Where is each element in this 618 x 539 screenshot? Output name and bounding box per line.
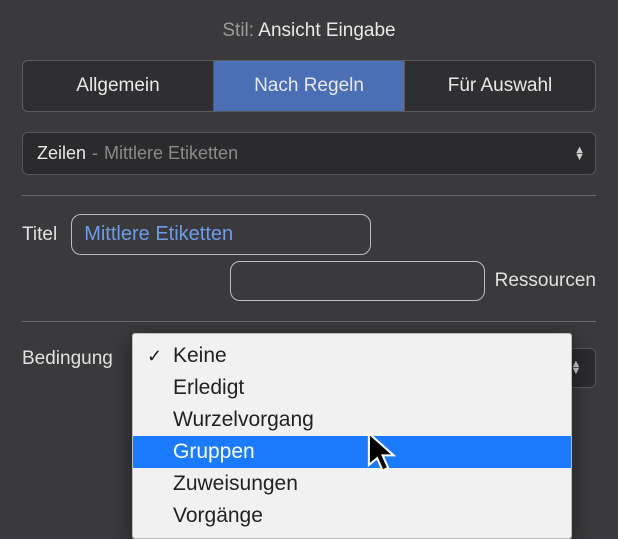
dropdown-item-none[interactable]: ✓ Keine	[133, 340, 571, 372]
condition-dropdown: ✓ Keine Erledigt Wurzelvorgang Gruppen Z…	[132, 333, 572, 539]
chevron-up-down-icon: ▲▼	[571, 361, 582, 375]
divider	[22, 321, 596, 322]
tab-general[interactable]: Allgemein	[23, 61, 214, 111]
dropdown-item-assignments[interactable]: Zuweisungen	[133, 468, 571, 500]
dropdown-item-groups[interactable]: Gruppen	[133, 436, 571, 468]
style-header: Stil: Ansicht Eingabe	[0, 0, 618, 60]
dropdown-item-done[interactable]: Erledigt	[133, 372, 571, 404]
tab-for-selection[interactable]: Für Auswahl	[405, 61, 595, 111]
rows-selector-primary: Zeilen	[37, 143, 86, 164]
title-input[interactable]	[71, 214, 371, 255]
dropdown-item-tasks[interactable]: Vorgänge	[133, 500, 571, 532]
rows-selector-secondary: Mittlere Etiketten	[104, 143, 238, 164]
resource-label: Ressourcen	[495, 270, 596, 292]
dropdown-item-root-task[interactable]: Wurzelvorgang	[133, 404, 571, 436]
divider	[22, 195, 596, 196]
resource-input[interactable]	[230, 261, 485, 301]
title-label: Titel	[22, 224, 57, 246]
condition-label: Bedingung	[22, 348, 113, 370]
rows-selector-stepper-icon[interactable]: ▲▼	[574, 147, 585, 161]
style-header-label: Stil:	[222, 20, 254, 41]
tab-bar: Allgemein Nach Regeln Für Auswahl	[22, 60, 596, 112]
style-header-value: Ansicht Eingabe	[258, 20, 395, 41]
tab-by-rules[interactable]: Nach Regeln	[214, 61, 405, 111]
checkmark-icon: ✓	[147, 346, 173, 367]
rows-selector[interactable]: Zeilen - Mittlere Etiketten ▲▼	[22, 132, 596, 175]
rows-selector-separator: -	[92, 143, 98, 164]
